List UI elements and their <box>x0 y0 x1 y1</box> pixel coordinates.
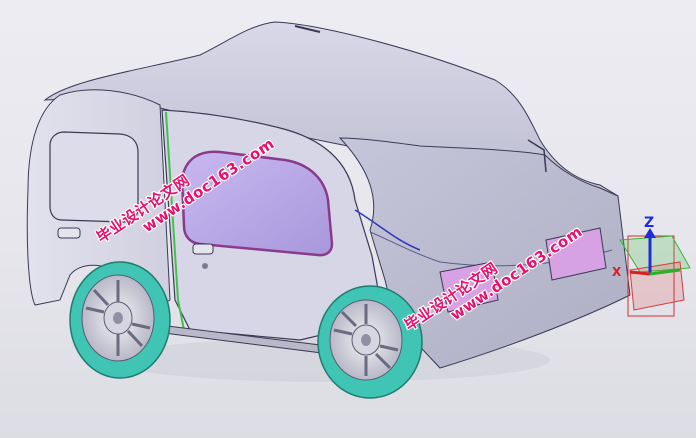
front-wheel[interactable] <box>69 261 171 379</box>
front-handle[interactable] <box>57 227 81 239</box>
triad-x-label: X <box>612 265 622 279</box>
van-model[interactable]: Z X <box>0 0 696 438</box>
door-handle[interactable] <box>192 243 214 255</box>
triad-z-label: Z <box>644 215 654 231</box>
rear-wheel[interactable] <box>317 285 423 399</box>
door-lock <box>202 263 208 269</box>
cad-viewport[interactable]: Z X 毕业设计论文网 www.doc163.com 毕业设计论文网 www.d… <box>0 0 696 438</box>
